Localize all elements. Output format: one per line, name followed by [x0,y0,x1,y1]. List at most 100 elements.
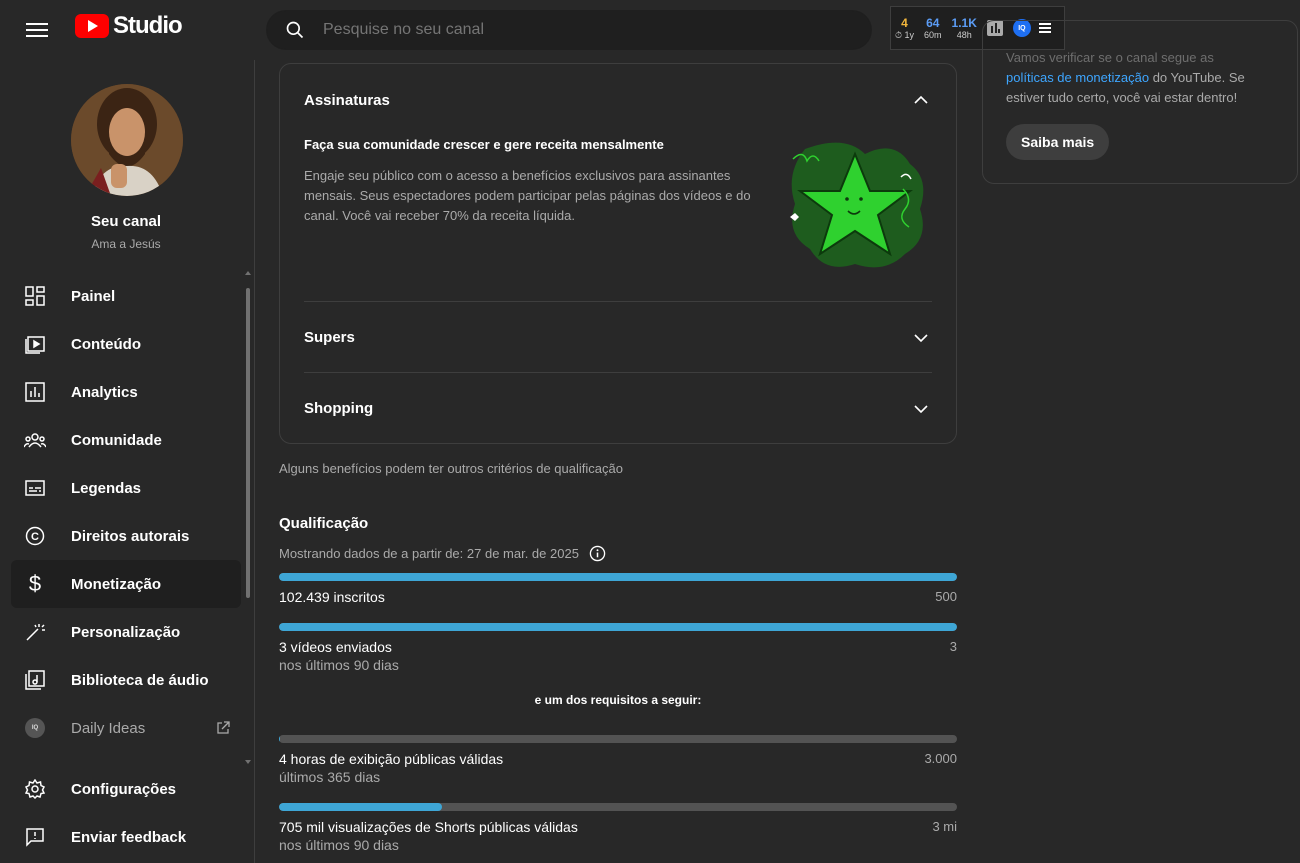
policy-text-top: Vamos verificar se o canal segue as [1006,50,1214,65]
studio-logo[interactable]: Studio [75,12,183,40]
search-icon [286,21,304,39]
requirement-target: 3 [949,639,957,654]
search-input[interactable] [323,21,823,39]
divider [304,301,932,302]
sidebar-item-label: Personalização [71,623,181,641]
monetization-policies-link[interactable]: políticas de monetização [1006,70,1149,85]
chevron-down-icon[interactable] [914,402,928,416]
sidebar-item-direitos-autorais[interactable]: C Direitos autorais [0,512,252,560]
section-title-shopping[interactable]: Shopping [304,400,373,417]
sidebar-item-label: Configurações [71,780,177,798]
requirement-sub: nos últimos 90 dias [279,657,399,673]
progress-fill [279,623,957,631]
scroll-up-icon[interactable] [244,270,252,276]
chevron-down-icon[interactable] [914,331,928,345]
progress-fill [279,573,957,581]
section-title-assinaturas[interactable]: Assinaturas [304,92,390,109]
copyright-icon: C [24,525,46,547]
sidebar-item-painel[interactable]: Painel [0,272,252,320]
channel-subtitle: Ama a Jesús [91,237,161,251]
requirement-sub: nos últimos 90 dias [279,837,399,853]
learn-more-button[interactable]: Saiba mais [1006,124,1110,160]
sidebar-item-label: Painel [71,287,116,305]
qualification-date-text: Mostrando dados de a partir de: 27 de ma… [279,546,579,561]
progress-bar-shorts-views [279,803,957,811]
ext-stat-1y: 4 ⏱ 1y [895,16,914,41]
audio-library-icon [24,669,46,691]
sidebar-nav: Painel Conteúdo Analytics Comunidade Leg… [0,272,252,752]
sidebar-item-label: Conteúdo [71,335,141,353]
section-title-supers[interactable]: Supers [304,329,355,346]
progress-fill [279,803,442,811]
requirement-subscribers: 102.439 inscritos 500 [279,589,957,605]
external-link-icon [217,721,230,734]
community-icon [24,429,46,451]
sidebar-item-configuracoes[interactable]: Configurações [0,765,252,813]
sidebar-item-legendas[interactable]: Legendas [0,464,252,512]
sidebar-bottom-nav: Configurações Enviar feedback [0,765,252,861]
sidebar-item-comunidade[interactable]: Comunidade [0,416,252,464]
or-requirements-label: e um dos requisitos a seguir: [534,693,702,707]
ext-stat-60m: 64 60m [924,16,942,40]
menu-icon[interactable] [26,19,48,41]
chevron-up-icon[interactable] [914,93,928,107]
scrollbar-thumb[interactable] [246,288,250,598]
requirement-label: 102.439 inscritos [279,589,385,605]
analytics-icon [24,381,46,403]
ext-stat-value: 1.1K [951,16,977,30]
requirement-videos: 3 vídeos enviados 3 [279,639,957,655]
policy-text: Vamos verificar se o canal segue as polí… [1006,48,1276,108]
requirement-target: 3.000 [924,751,957,766]
requirement-label: 705 mil visualizações de Shorts públicas… [279,819,578,835]
dollar-icon: $ [28,571,42,596]
channel-name: Seu canal [90,213,162,230]
dashboard-icon [24,285,46,307]
sidebar-item-label: Legendas [71,479,142,497]
svg-text:C: C [31,531,39,543]
sidebar-item-label: Analytics [71,383,138,401]
sidebar-scrollbar[interactable] [244,270,252,765]
sidebar-item-monetizacao[interactable]: $ Monetização [11,560,241,608]
subtitles-icon [24,477,46,499]
requirement-label: 4 horas de exibição públicas válidas [279,751,504,767]
magic-wand-icon [24,621,46,643]
sidebar-item-analytics[interactable]: Analytics [0,368,252,416]
progress-bar-subscribers [279,573,957,581]
subscriptions-description: Engaje seu público com o acesso a benefí… [304,168,751,223]
search-bar[interactable] [266,10,872,50]
feedback-icon [24,826,46,848]
sidebar-item-biblioteca-audio[interactable]: Biblioteca de áudio [0,656,252,704]
logo-text: Studio [113,12,183,39]
sidebar-item-personalizacao[interactable]: Personalização [0,608,252,656]
content-icon [24,333,46,355]
sidebar-item-label: Monetização [71,575,162,593]
benefits-note: Alguns benefícios podem ter outros crité… [279,461,623,476]
requirement-watch-hours: 4 horas de exibição públicas válidas 3.0… [279,751,957,767]
daily-ideas-badge: IQ [25,718,45,738]
info-icon[interactable] [589,545,606,562]
channel-avatar[interactable] [71,84,183,196]
main-content: Assinaturas Faça sua comunidade crescer … [255,60,980,863]
divider [304,372,932,373]
benefits-card: Assinaturas Faça sua comunidade crescer … [279,63,957,444]
youtube-logo-icon [75,14,109,38]
sidebar-item-label: Direitos autorais [71,527,190,545]
sidebar-item-enviar-feedback[interactable]: Enviar feedback [0,813,252,861]
progress-bar-watch-hours [279,735,957,743]
daily-ideas-icon: IQ [24,717,46,739]
requirement-label: 3 vídeos enviados [279,639,392,655]
qualification-subtitle: Mostrando dados de a partir de: 27 de ma… [279,545,606,562]
requirement-sub: últimos 365 dias [279,769,381,785]
requirement-target: 3 mi [932,819,957,834]
sidebar-item-label: Daily Ideas [71,719,146,737]
progress-bar-videos [279,623,957,631]
sidebar-item-daily-ideas[interactable]: IQ Daily Ideas [0,704,252,752]
ext-stat-48h: 1.1K 48h [952,16,977,40]
requirement-target: 500 [935,589,957,604]
right-panel: Vamos verificar se o canal segue as polí… [980,20,1300,863]
progress-fill [279,735,280,743]
star-illustration [790,142,924,268]
ext-stat-label: 60m [924,30,942,40]
qualification-title: Qualificação [279,515,369,532]
sidebar-item-conteudo[interactable]: Conteúdo [0,320,252,368]
